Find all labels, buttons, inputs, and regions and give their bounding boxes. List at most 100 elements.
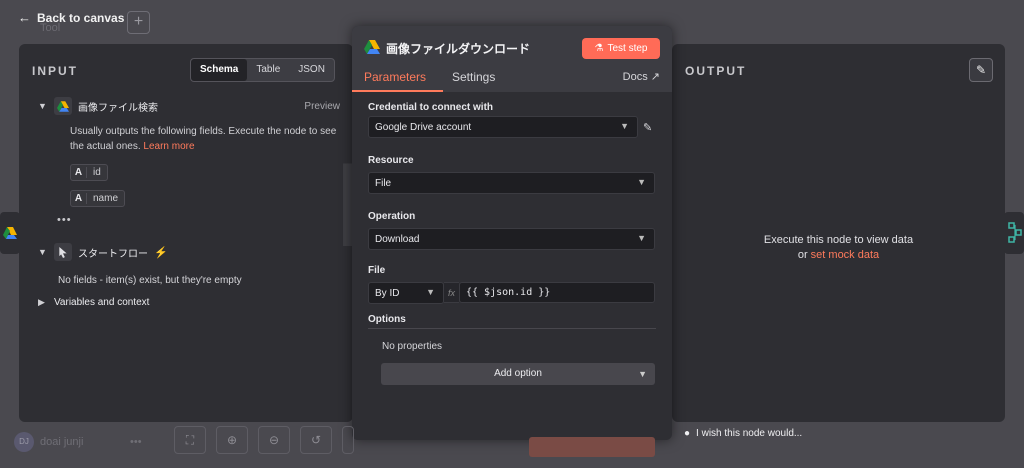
- output-panel: OUTPUT ✎ Execute this node to view data …: [672, 44, 1005, 422]
- options-divider: [368, 328, 656, 329]
- more-controls-button[interactable]: [342, 426, 354, 454]
- input-panel-title: INPUT: [32, 64, 78, 78]
- pencil-icon: ✎: [975, 63, 987, 77]
- node-settings-modal: 画像ファイルダウンロード ⚗ Test step Parameters Sett…: [352, 26, 672, 440]
- back-to-canvas-label: Back to canvas: [37, 10, 125, 25]
- zoom-out-button[interactable]: ⊖: [258, 426, 290, 454]
- node2-header[interactable]: ▼ スタートフロー ⚡: [38, 243, 168, 261]
- zoom-in-button[interactable]: ⊕: [216, 426, 248, 454]
- feedback-link[interactable]: ● I wish this node would...: [684, 428, 802, 439]
- view-tab-json[interactable]: JSON: [289, 59, 334, 81]
- input-panel: INPUT Schema Table JSON ▼ 画像ファイル検索 Previ…: [19, 44, 353, 422]
- edit-output-button[interactable]: ✎: [969, 58, 993, 82]
- user-profile[interactable]: DJ doai junji: [14, 432, 83, 452]
- chevron-down-icon: ▼: [38, 101, 47, 111]
- fx-icon: fx: [444, 282, 459, 303]
- feedback-text: I wish this node would...: [696, 428, 803, 439]
- docs-link[interactable]: Docs ↗: [623, 70, 660, 83]
- cursor-icon: [54, 243, 72, 261]
- resource-value: File: [375, 177, 392, 189]
- preview-label: Preview: [304, 101, 340, 112]
- chevron-down-icon: ▼: [620, 121, 629, 131]
- flask-icon: ⚗: [594, 43, 604, 54]
- active-tab-indicator: [352, 90, 443, 92]
- arrow-left-icon: ←: [18, 10, 31, 25]
- description-text: Usually outputs the following fields. Ex…: [70, 126, 337, 152]
- add-option-button[interactable]: Add option ▼: [381, 363, 655, 385]
- schema-field[interactable]: A name: [70, 190, 126, 207]
- input-node-tab[interactable]: [0, 212, 20, 254]
- node1-name: 画像ファイル検索: [78, 102, 158, 114]
- modal-title: 画像ファイルダウンロード: [386, 42, 531, 56]
- credential-label: Credential to connect with: [368, 102, 494, 113]
- node1-description: Usually outputs the following fields. Ex…: [70, 124, 340, 154]
- resource-label: Resource: [368, 155, 414, 166]
- chevron-down-icon: ▼: [637, 233, 646, 243]
- test-step-button[interactable]: ⚗ Test step: [582, 38, 660, 59]
- google-drive-icon: [364, 40, 380, 54]
- zoom-to-fit-button[interactable]: ⛶: [174, 426, 206, 454]
- no-properties-text: No properties: [382, 341, 443, 352]
- zoom-out-icon: ⊖: [268, 433, 280, 447]
- node1-header[interactable]: ▼ 画像ファイル検索: [38, 97, 158, 115]
- node2-empty-text: No fields - item(s) exist, but they're e…: [58, 275, 242, 286]
- zoom-in-icon: ⊕: [226, 433, 238, 447]
- node2-name: スタートフロー: [78, 248, 148, 260]
- chevron-down-icon: ▼: [426, 287, 435, 297]
- branch-icon: [1008, 222, 1022, 243]
- lightbulb-icon: ●: [684, 428, 691, 439]
- fit-view-icon: ⛶: [185, 433, 195, 447]
- operation-select[interactable]: Download ▼: [368, 228, 655, 250]
- field-name: id: [93, 167, 101, 178]
- test-step-label: Test step: [607, 43, 648, 54]
- chevron-down-icon: ▼: [38, 247, 47, 257]
- chevron-down-icon: ▼: [638, 369, 647, 379]
- operation-label: Operation: [368, 211, 416, 222]
- user-menu-button[interactable]: •••: [130, 436, 142, 448]
- view-tab-table[interactable]: Table: [247, 59, 289, 81]
- resource-select[interactable]: File ▼: [368, 172, 655, 194]
- file-mode-value: By ID: [375, 287, 400, 299]
- back-to-canvas-link[interactable]: ← Back to canvas: [18, 10, 124, 25]
- credential-value: Google Drive account: [375, 121, 472, 133]
- chevron-right-icon: ▶: [38, 297, 45, 307]
- more-fields-ellipsis[interactable]: •••: [57, 214, 72, 226]
- undo-button[interactable]: ↺: [300, 426, 332, 454]
- learn-more-link[interactable]: Learn more: [143, 141, 194, 152]
- add-node-button[interactable]: +: [127, 11, 150, 34]
- schema-field[interactable]: A id: [70, 164, 108, 181]
- field-name: name: [93, 193, 119, 204]
- lightning-icon: ⚡: [154, 246, 168, 259]
- operation-value: Download: [375, 233, 420, 245]
- output-message: Execute this node to view data: [763, 234, 914, 246]
- credential-select[interactable]: Google Drive account ▼: [368, 116, 638, 138]
- variables-context-row[interactable]: ▶ Variables and context: [38, 297, 149, 308]
- output-panel-title: OUTPUT: [685, 64, 747, 78]
- view-toggle: Schema Table JSON: [190, 58, 335, 82]
- docs-label: Docs: [622, 71, 648, 83]
- add-option-label: Add option: [494, 368, 542, 379]
- file-id-expression-input[interactable]: {{ $json.id }}: [459, 282, 655, 303]
- or-text: or: [797, 249, 811, 261]
- string-type-icon: A: [71, 167, 87, 178]
- output-node-tab[interactable]: [1004, 212, 1024, 254]
- avatar: DJ: [14, 432, 34, 452]
- undo-icon: ↺: [310, 433, 322, 447]
- variables-context-label: Variables and context: [54, 297, 150, 308]
- external-link-icon: ↗: [650, 71, 660, 83]
- tab-parameters[interactable]: Parameters: [364, 70, 426, 84]
- execute-workflow-button[interactable]: [529, 437, 655, 457]
- google-drive-icon: [54, 97, 72, 115]
- string-type-icon: A: [71, 193, 87, 204]
- pencil-icon[interactable]: ✎: [643, 121, 652, 134]
- chevron-down-icon: ▼: [637, 177, 646, 187]
- view-tab-schema[interactable]: Schema: [191, 59, 248, 81]
- tab-settings[interactable]: Settings: [452, 70, 495, 84]
- file-label: File: [368, 265, 386, 276]
- set-mock-data-link[interactable]: set mock data: [811, 249, 879, 261]
- output-mock-line: or set mock data: [672, 249, 1005, 261]
- user-name: doai junji: [40, 436, 84, 448]
- google-drive-icon: [3, 227, 17, 239]
- options-label: Options: [368, 314, 406, 325]
- file-mode-select[interactable]: By ID ▼: [368, 282, 444, 304]
